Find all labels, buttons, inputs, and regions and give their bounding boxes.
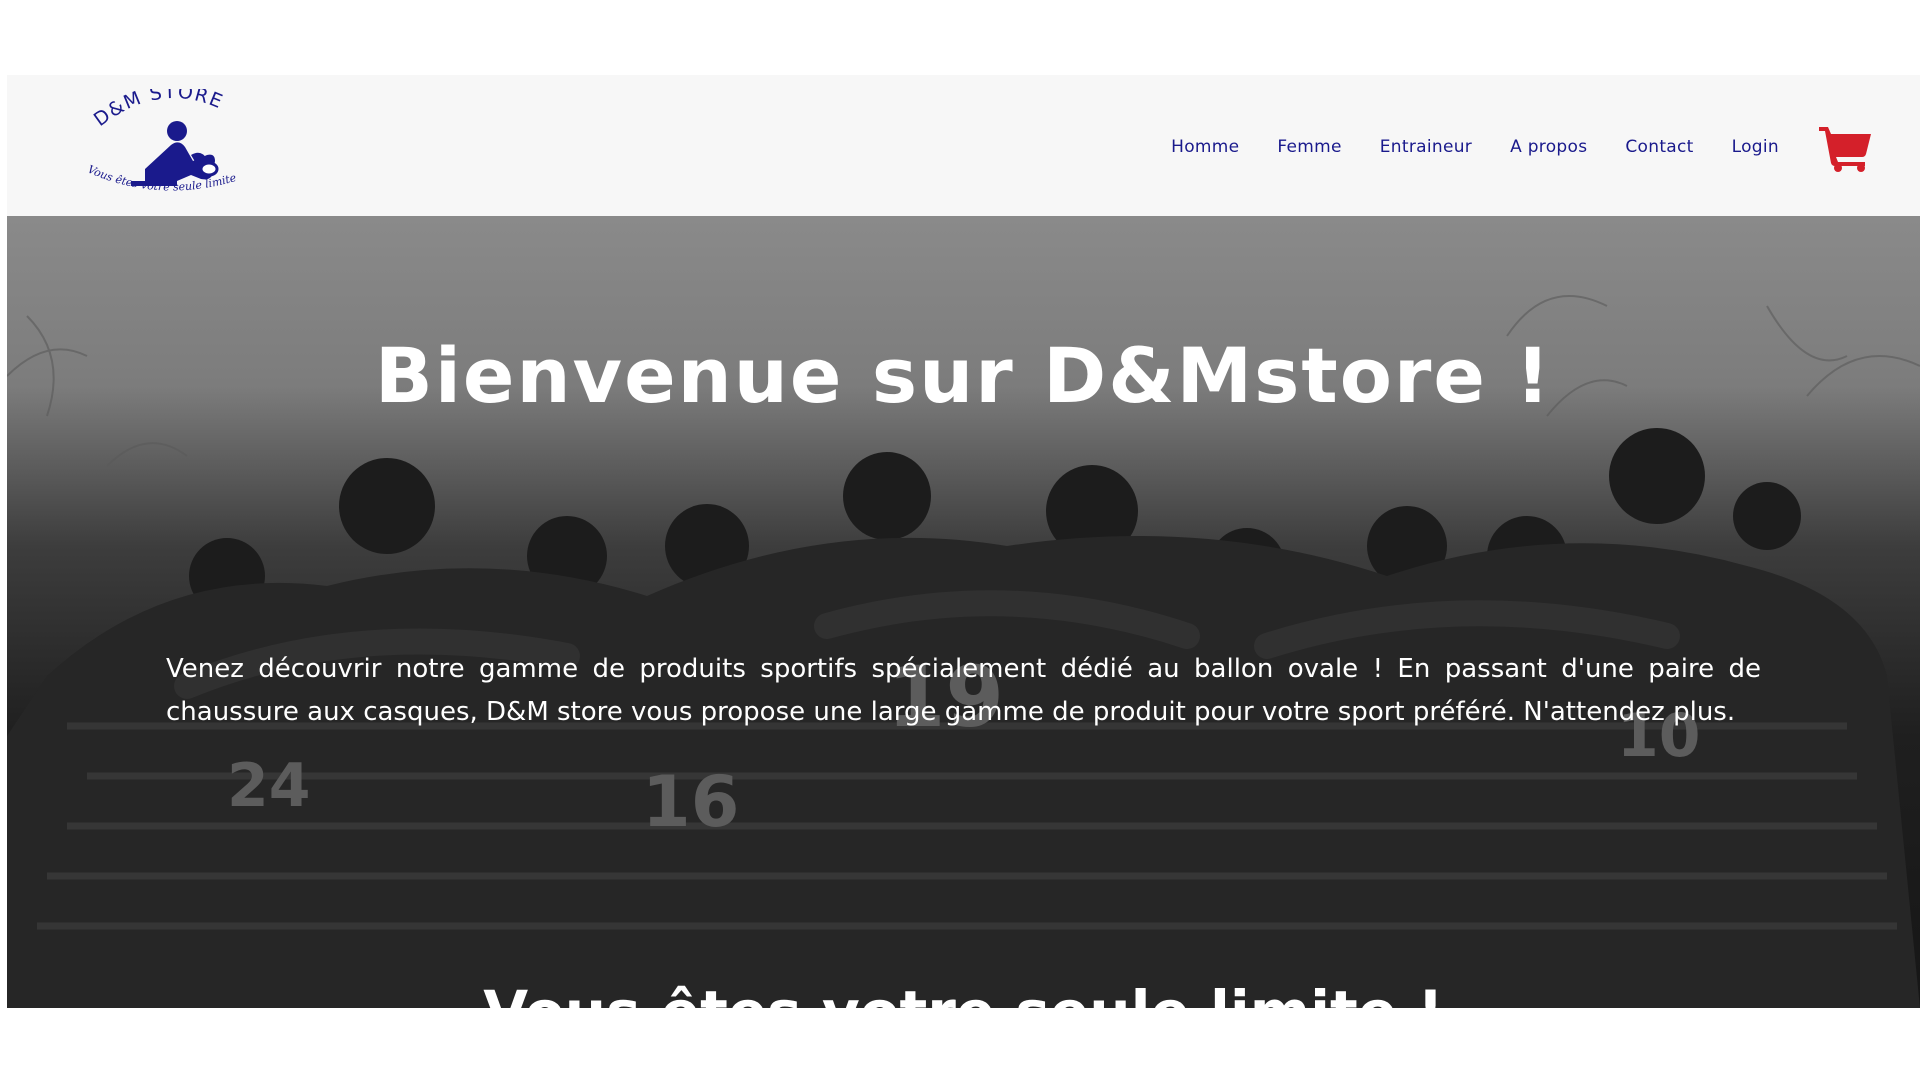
logo-graphic: D&M STORE Vous êtes votre seule limite [86, 81, 238, 194]
hero-description: Venez découvrir notre gamme de produits … [166, 654, 1761, 727]
nav-link-entraineur[interactable]: Entraineur [1380, 137, 1472, 157]
shopping-cart-icon[interactable] [1817, 122, 1873, 172]
nav-link-femme[interactable]: Femme [1277, 137, 1341, 157]
navbar: D&M STORE Vous êtes votre seule limite H… [7, 75, 1920, 216]
nav-link-a-propos[interactable]: A propos [1510, 137, 1587, 157]
nav-link-homme[interactable]: Homme [1171, 137, 1239, 157]
hero-subtitle: Vous êtes votre seule limite ! [7, 978, 1920, 1008]
nav-link-contact[interactable]: Contact [1625, 137, 1693, 157]
svg-text:16: 16 [642, 761, 739, 843]
hero-section: 19 16 24 10 Bienvenue sur D&Mstore ! Ven… [7, 216, 1920, 1008]
svg-text:24: 24 [227, 751, 311, 821]
brand-logo[interactable]: D&M STORE Vous êtes votre seule limite [81, 81, 277, 201]
nav-link-login[interactable]: Login [1732, 137, 1779, 157]
logo-top-text: D&M STORE [90, 81, 225, 131]
svg-text:D&M STORE: D&M STORE [90, 89, 227, 131]
page-frame: D&M STORE Vous êtes votre seule limite H… [7, 75, 1920, 1008]
hero-title: Bienvenue sur D&Mstore ! [374, 331, 1553, 420]
logo-player-icon [131, 121, 219, 186]
main-nav: Homme Femme Entraineur A propos Contact … [1171, 122, 1873, 172]
